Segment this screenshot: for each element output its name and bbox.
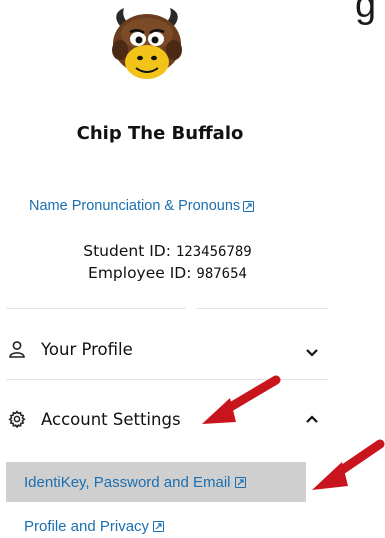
identikey-password-email-label: IdentiKey, Password and Email [24, 473, 231, 491]
section-your-profile[interactable]: Your Profile [0, 329, 335, 369]
section-account-settings-label: Account Settings [41, 409, 181, 429]
profile-privacy-link[interactable]: Profile and Privacy [6, 518, 306, 535]
employee-id-row: Employee ID: 987654 [0, 263, 335, 285]
employee-id-label: Employee ID: [88, 264, 192, 282]
student-id-label: Student ID: [83, 242, 171, 260]
student-id-row: Student ID: 123456789 [0, 241, 335, 263]
chevron-up-icon[interactable] [305, 412, 319, 426]
external-link-icon [234, 476, 246, 488]
divider [6, 308, 186, 309]
profile-privacy-label: Profile and Privacy [24, 518, 150, 535]
external-link-icon [243, 200, 255, 212]
name-pronunciation-link[interactable]: Name Pronunciation & Pronouns [29, 198, 255, 214]
person-icon [9, 341, 25, 358]
gear-icon [8, 410, 26, 428]
annotation-arrow-icon [312, 439, 385, 490]
employee-id-value: 987654 [196, 266, 247, 282]
divider [196, 308, 328, 309]
annotation-arrow-icon [202, 375, 281, 424]
stray-character: g [355, 0, 377, 26]
section-your-profile-label: Your Profile [41, 339, 133, 359]
student-id-value: 123456789 [175, 244, 252, 260]
identikey-password-email-link[interactable]: IdentiKey, Password and Email [6, 462, 306, 502]
name-pronunciation-link-label: Name Pronunciation & Pronouns [29, 198, 241, 214]
mascot-avatar [112, 8, 182, 79]
id-block: Student ID: 123456789 Employee ID: 98765… [0, 241, 335, 285]
profile-name: Chip The Buffalo [76, 123, 244, 144]
chevron-down-icon[interactable] [305, 346, 319, 360]
section-account-settings[interactable]: Account Settings [0, 399, 335, 439]
external-link-icon [153, 521, 165, 532]
